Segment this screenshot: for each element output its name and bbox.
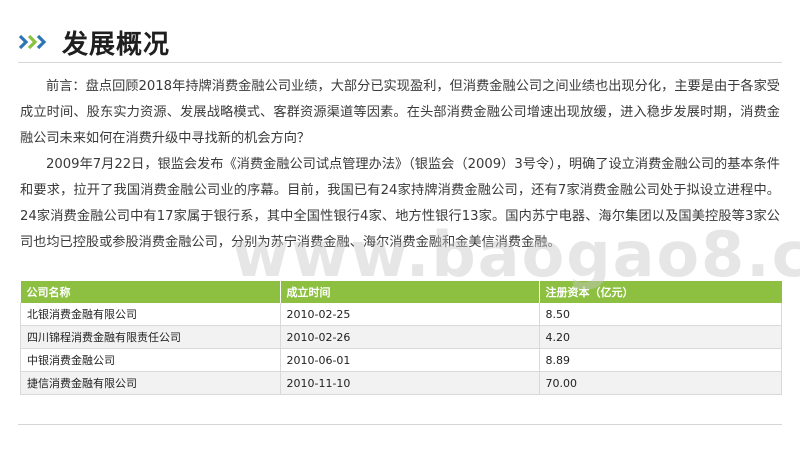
history-paragraph: 2009年7月22日，银监会发布《消费金融公司试点管理办法》（银监会（2009）…: [20, 157, 780, 250]
founded-date-cell: 2010-02-26: [280, 325, 540, 349]
triple-chevron-right-icon: [18, 34, 48, 50]
table-row: 中银消费金融公司 2010-06-01 8.89: [20, 348, 782, 372]
body-text: 前言：盘点回顾2018年持牌消费金融公司业绩，大部分已实现盈利，但消费金融公司之…: [20, 74, 780, 256]
founded-date-cell: 2010-06-01: [280, 348, 540, 372]
table-row: 捷信消费金融有限公司 2010-11-10 70.00: [20, 371, 782, 395]
founded-date-cell: 2010-02-25: [280, 303, 540, 326]
founded-date-cell: 2010-11-10: [280, 371, 540, 395]
page-title: 发展概况: [62, 29, 171, 60]
title-divider: [18, 62, 782, 63]
company-name-cell: 中银消费金融公司: [20, 348, 281, 372]
capital-cell: 4.20: [539, 325, 782, 349]
company-name-cell: 四川锦程消费金融有限责任公司: [20, 325, 281, 349]
bottom-divider: [18, 424, 782, 425]
column-header-company: 公司名称: [20, 281, 281, 303]
capital-cell: 70.00: [539, 371, 782, 395]
table-row: 北银消费金融有限公司 2010-02-25 8.50: [20, 303, 782, 326]
capital-cell: 8.89: [539, 348, 782, 372]
column-header-capital: 注册资本（亿元）: [539, 281, 782, 303]
company-name-cell: 北银消费金融有限公司: [20, 303, 281, 326]
table-row: 四川锦程消费金融有限责任公司 2010-02-26 4.20: [20, 325, 782, 349]
intro-paragraph: 前言：盘点回顾2018年持牌消费金融公司业绩，大部分已实现盈利，但消费金融公司之…: [20, 79, 780, 146]
capital-cell: 8.50: [539, 303, 782, 326]
column-header-date: 成立时间: [280, 281, 540, 303]
company-table: 公司名称 成立时间 注册资本（亿元） 北银消费金融有限公司 2010-02-25…: [20, 281, 782, 395]
table-header-row: 公司名称 成立时间 注册资本（亿元）: [20, 281, 782, 303]
page-header: 发展概况: [18, 22, 170, 62]
company-name-cell: 捷信消费金融有限公司: [20, 371, 281, 395]
